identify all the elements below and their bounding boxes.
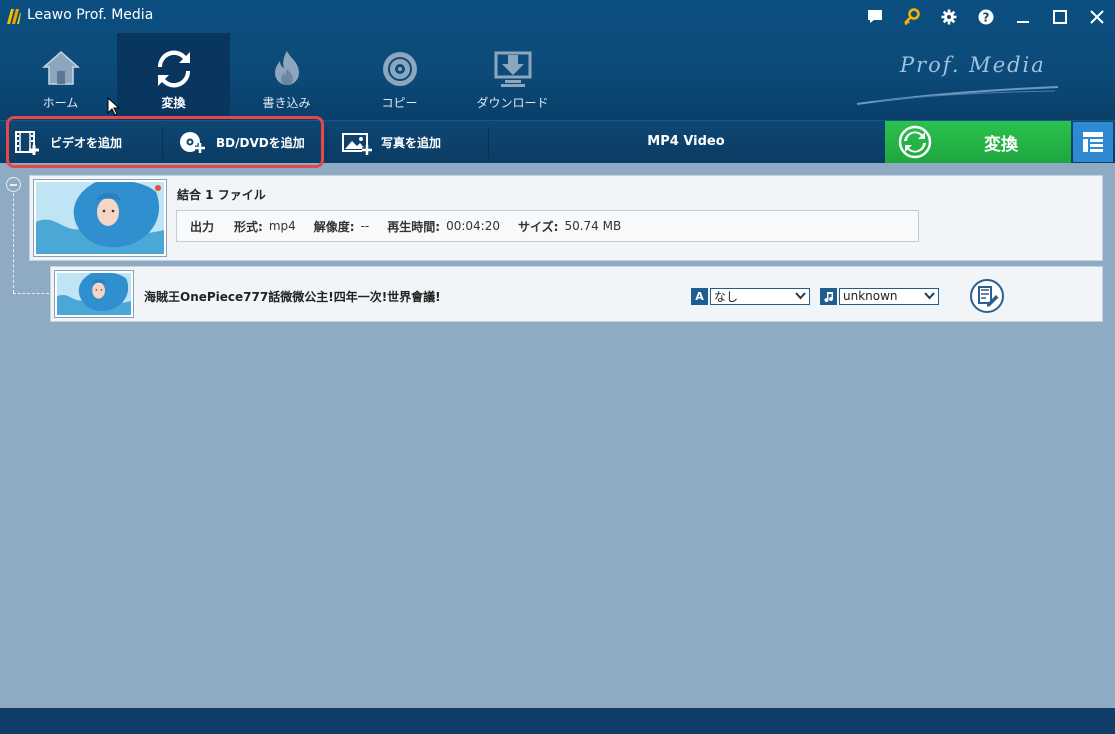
list-view-icon — [1083, 132, 1103, 152]
anime-thumbnail-image — [36, 180, 164, 254]
audio-value: unknown — [843, 289, 898, 303]
brand-swoosh — [856, 86, 1059, 105]
add-photo-button[interactable]: 写真を追加 — [341, 121, 441, 164]
disc-copy-icon — [383, 52, 417, 86]
chevron-down-icon — [795, 292, 806, 300]
output-format-selector[interactable]: MP4 Video — [490, 120, 882, 163]
subtitle-select[interactable]: なし — [710, 287, 810, 305]
add-photo-label: 写真を追加 — [381, 136, 442, 150]
music-note-icon — [820, 287, 837, 305]
close-icon[interactable] — [1078, 0, 1115, 33]
duration-label: 再生時間: — [387, 219, 441, 234]
app-title: Leawo Prof. Media — [27, 7, 154, 23]
subtitle-value: なし — [714, 289, 739, 304]
svg-text:?: ? — [982, 10, 989, 24]
subtitle-icon: A — [691, 287, 708, 305]
group-thumbnail — [33, 179, 167, 257]
nav-burn[interactable]: 書き込み — [230, 33, 343, 120]
nav-burn-label: 書き込み — [262, 96, 311, 110]
collapse-group-button[interactable] — [6, 177, 21, 192]
anime-thumbnail-image — [57, 271, 131, 315]
tree-connector — [13, 193, 14, 293]
home-icon — [42, 50, 80, 85]
burn-icon — [275, 51, 299, 85]
subtitle-dropdown[interactable]: A なし — [691, 287, 810, 305]
maximize-icon[interactable] — [1041, 0, 1078, 33]
key-icon[interactable] — [893, 0, 930, 33]
output-info-box: 出力 形式: mp4 解像度: -- 再生時間: 00:04:20 サイズ: 5… — [176, 210, 919, 242]
nav-home[interactable]: ホーム — [4, 33, 117, 120]
size-value: 50.74 MB — [564, 219, 622, 233]
group-title: 結合 1 ファイル — [177, 188, 266, 202]
brand-logo-text: Prof. Media — [900, 53, 1046, 77]
file-thumbnail — [54, 270, 134, 318]
convert-button[interactable]: 変換 — [885, 121, 1071, 163]
nav-copy-label: コピー — [381, 96, 418, 110]
output-label: 出力 — [190, 219, 215, 234]
toolbar-divider — [326, 127, 327, 159]
nav-convert[interactable]: 変換 — [117, 33, 230, 120]
size-label: サイズ: — [517, 219, 559, 234]
minimize-icon[interactable] — [1004, 0, 1041, 33]
edit-video-icon[interactable] — [969, 278, 1005, 314]
window-controls: ? — [856, 0, 1115, 33]
format-value: mp4 — [268, 219, 296, 233]
mouse-cursor-icon — [107, 97, 120, 116]
nav-copy[interactable]: コピー — [343, 33, 456, 120]
audio-select[interactable]: unknown — [839, 287, 939, 305]
convert-icon — [157, 50, 191, 88]
status-bar — [0, 708, 1115, 734]
audio-dropdown[interactable]: unknown — [820, 287, 939, 305]
nav-home-label: ホーム — [42, 96, 79, 110]
resolution-label: 解像度: — [313, 219, 355, 234]
resolution-value: -- — [360, 219, 370, 233]
gear-icon[interactable] — [930, 0, 967, 33]
app-header: Leawo Prof. Media ? ホーム 変換 書き込み コピー ダウンロ… — [0, 0, 1115, 120]
feedback-icon[interactable] — [856, 0, 893, 33]
duration-value: 00:04:20 — [446, 219, 500, 233]
file-row[interactable]: 海賊王OnePiece777話微微公主!四年一次!世界會議! A なし unkn… — [50, 266, 1103, 322]
app-logo-icon — [7, 9, 21, 24]
help-icon[interactable]: ? — [967, 0, 1004, 33]
toolbar-divider — [488, 127, 489, 159]
main-nav: ホーム 変換 書き込み コピー ダウンロード — [4, 33, 569, 120]
chevron-down-icon — [924, 292, 935, 300]
nav-convert-label: 変換 — [161, 96, 186, 110]
download-icon — [494, 51, 532, 87]
task-list-toggle[interactable] — [1073, 122, 1113, 162]
format-label: 形式: — [234, 219, 263, 234]
file-title: 海賊王OnePiece777話微微公主!四年一次!世界會議! — [144, 290, 441, 304]
title-bar: Leawo Prof. Media ? — [0, 0, 1115, 33]
convert-button-label: 変換 — [984, 134, 1018, 155]
nav-download-label: ダウンロード — [476, 96, 549, 110]
photo-add-icon — [342, 132, 372, 155]
merged-group-card[interactable]: 結合 1 ファイル 出力 形式: mp4 解像度: -- 再生時間: 00:04… — [29, 175, 1103, 261]
nav-download[interactable]: ダウンロード — [456, 33, 569, 120]
highlight-annotation — [6, 116, 324, 168]
tree-connector — [13, 293, 49, 294]
